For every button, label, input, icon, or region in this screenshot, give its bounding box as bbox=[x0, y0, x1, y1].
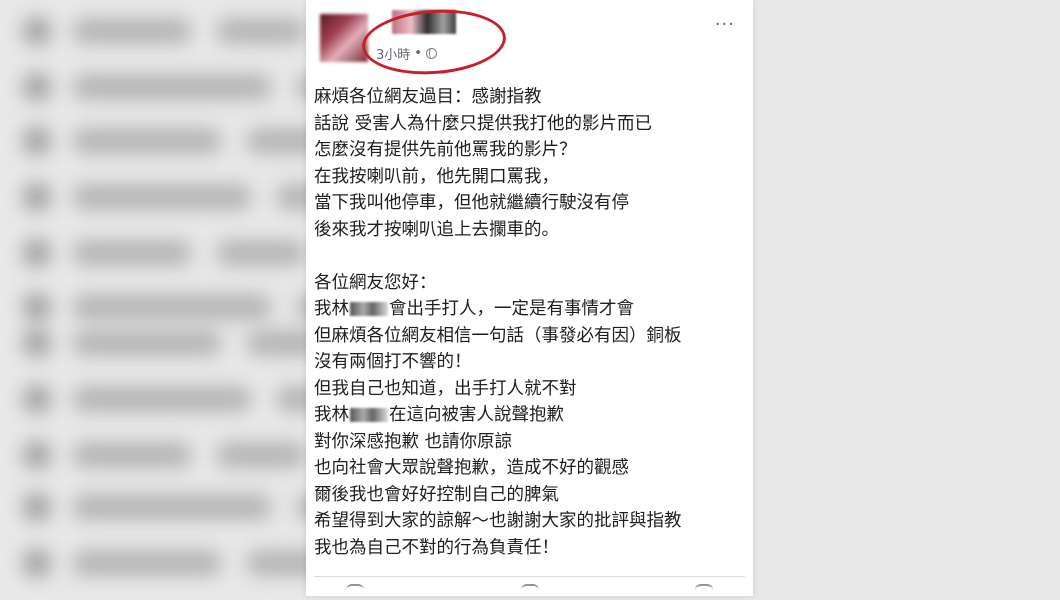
blurred-shape bbox=[72, 184, 252, 210]
post-text-line: 在我按喇叭前，他先開口罵我， bbox=[314, 164, 744, 191]
post-text-line: 怎麼沒有提供先前他罵我的影片？ bbox=[314, 137, 744, 164]
post-text-line: 後來我才按喇叭追上去攔車的。 bbox=[314, 217, 744, 244]
post-text-line: 但我自己也知道，出手打人就不對 bbox=[314, 376, 744, 403]
post-text-line: 話說 受害人為什麼只提供我打他的影片而已 bbox=[314, 111, 744, 138]
post-text-line: 希望得到大家的諒解～也謝謝大家的批評與指教 bbox=[314, 508, 744, 535]
comment-icon[interactable] bbox=[520, 584, 539, 600]
post-text-segment: 會出手打人，一定是有事情才會 bbox=[389, 299, 634, 319]
blurred-shape bbox=[72, 550, 222, 576]
blurred-shape bbox=[72, 294, 272, 320]
more-options-icon[interactable]: ··· bbox=[715, 14, 735, 35]
post-text-segment: 但麻煩各位網友相信一句話（事發必有因）銅板 bbox=[314, 325, 682, 346]
post-text-segment: 後來我才按喇叭追上去攔車的。 bbox=[314, 219, 559, 240]
blurred-shape bbox=[72, 386, 252, 412]
blurred-shape bbox=[72, 442, 192, 468]
avatar[interactable] bbox=[320, 14, 368, 62]
blurred-shape bbox=[22, 16, 52, 46]
post-text-line: 我林 會出手打人，一定是有事情才會 bbox=[314, 296, 744, 323]
post-text-line: 但麻煩各位網友相信一句話（事發必有因）銅板 bbox=[314, 323, 744, 350]
share-icon[interactable] bbox=[695, 584, 713, 600]
divider bbox=[314, 576, 745, 577]
redacted-name bbox=[350, 408, 388, 422]
post-text-line: 各位網友您好： bbox=[314, 270, 744, 297]
blurred-shape bbox=[22, 72, 52, 102]
post-text-segment: 爾後我也會好好控制自己的脾氣 bbox=[314, 484, 559, 505]
post-text-line: 我林 在這向被害人說聲抱歉 bbox=[314, 402, 744, 429]
like-icon[interactable] bbox=[346, 584, 364, 600]
post-text-line: 我也為自己不對的行為負責任！ bbox=[314, 535, 744, 562]
blurred-shape bbox=[72, 18, 192, 44]
post-text-segment: 當下我叫他停車，但他就繼續行駛沒有停 bbox=[314, 193, 629, 213]
blurred-shape bbox=[216, 442, 306, 468]
blurred-shape bbox=[22, 182, 52, 212]
post-text-segment: 希望得到大家的諒解～也謝謝大家的批評與指教 bbox=[314, 511, 682, 531]
facebook-post-card: 3小時 • ··· 麻煩各位網友過目：感謝指教 話說 受害人為什麼只提供我打他的影… bbox=[306, 0, 753, 596]
post-text-segment: 但我自己也知道，出手打人就不對 bbox=[314, 378, 577, 399]
post-text-line: 也向社會大眾說聲抱歉，造成不好的觀感 bbox=[314, 455, 744, 482]
post-text-segment: 沒有兩個打不響的！ bbox=[314, 352, 472, 372]
post-text-segment: 對你深感抱歉 也請你原諒 bbox=[314, 431, 513, 452]
redacted-name bbox=[350, 302, 388, 316]
post-text-line: 對你深感抱歉 也請你原諒 bbox=[314, 429, 744, 456]
blurred-shape bbox=[72, 330, 222, 356]
post-text-segment: 怎麼沒有提供先前他罵我的影片？ bbox=[314, 140, 577, 160]
post-text-segment: 話說 受害人為什麼只提供我打他的影片而已 bbox=[314, 113, 653, 134]
blurred-shape bbox=[216, 240, 306, 266]
post-text-line: 爾後我也會好好控制自己的脾氣 bbox=[314, 482, 744, 509]
post-text-segment: 也向社會大眾說聲抱歉，造成不好的觀感 bbox=[314, 458, 629, 478]
post-text-line: 沒有兩個打不響的！ bbox=[314, 349, 744, 376]
blurred-shape bbox=[22, 328, 52, 358]
blurred-shape bbox=[22, 292, 52, 322]
red-circle-annotation bbox=[359, 5, 509, 79]
blurred-shape bbox=[22, 126, 52, 156]
post-text-segment: 我也為自己不對的行為負責任！ bbox=[314, 537, 559, 558]
post-text-line: 當下我叫他停車，但他就繼續行駛沒有停 bbox=[314, 190, 744, 217]
blurred-shape bbox=[22, 238, 52, 268]
post-text-segment: 各位網友您好： bbox=[314, 272, 437, 293]
blurred-shape bbox=[72, 74, 272, 100]
blurred-shape bbox=[22, 548, 52, 578]
blurred-shape bbox=[22, 440, 52, 470]
post-text-segment: 我林 bbox=[314, 299, 349, 319]
post-text-segment: 在我按喇叭前，他先開口罵我， bbox=[314, 166, 559, 187]
post-text-line: 麻煩各位網友過目：感謝指教 bbox=[314, 84, 744, 111]
post-text-segment: 在這向被害人說聲抱歉 bbox=[389, 405, 564, 425]
post-text-segment: 麻煩各位網友過目：感謝指教 bbox=[314, 87, 542, 107]
blurred-shape bbox=[72, 128, 222, 154]
blurred-shape bbox=[72, 240, 192, 266]
blurred-shape bbox=[72, 494, 272, 520]
blurred-shape bbox=[22, 384, 52, 414]
blurred-shape bbox=[22, 492, 52, 522]
blurred-shape bbox=[216, 18, 306, 44]
post-body: 麻煩各位網友過目：感謝指教話說 受害人為什麼只提供我打他的影片而已 怎麼沒有提供先… bbox=[314, 84, 744, 561]
post-text-segment: 我林 bbox=[314, 405, 349, 425]
